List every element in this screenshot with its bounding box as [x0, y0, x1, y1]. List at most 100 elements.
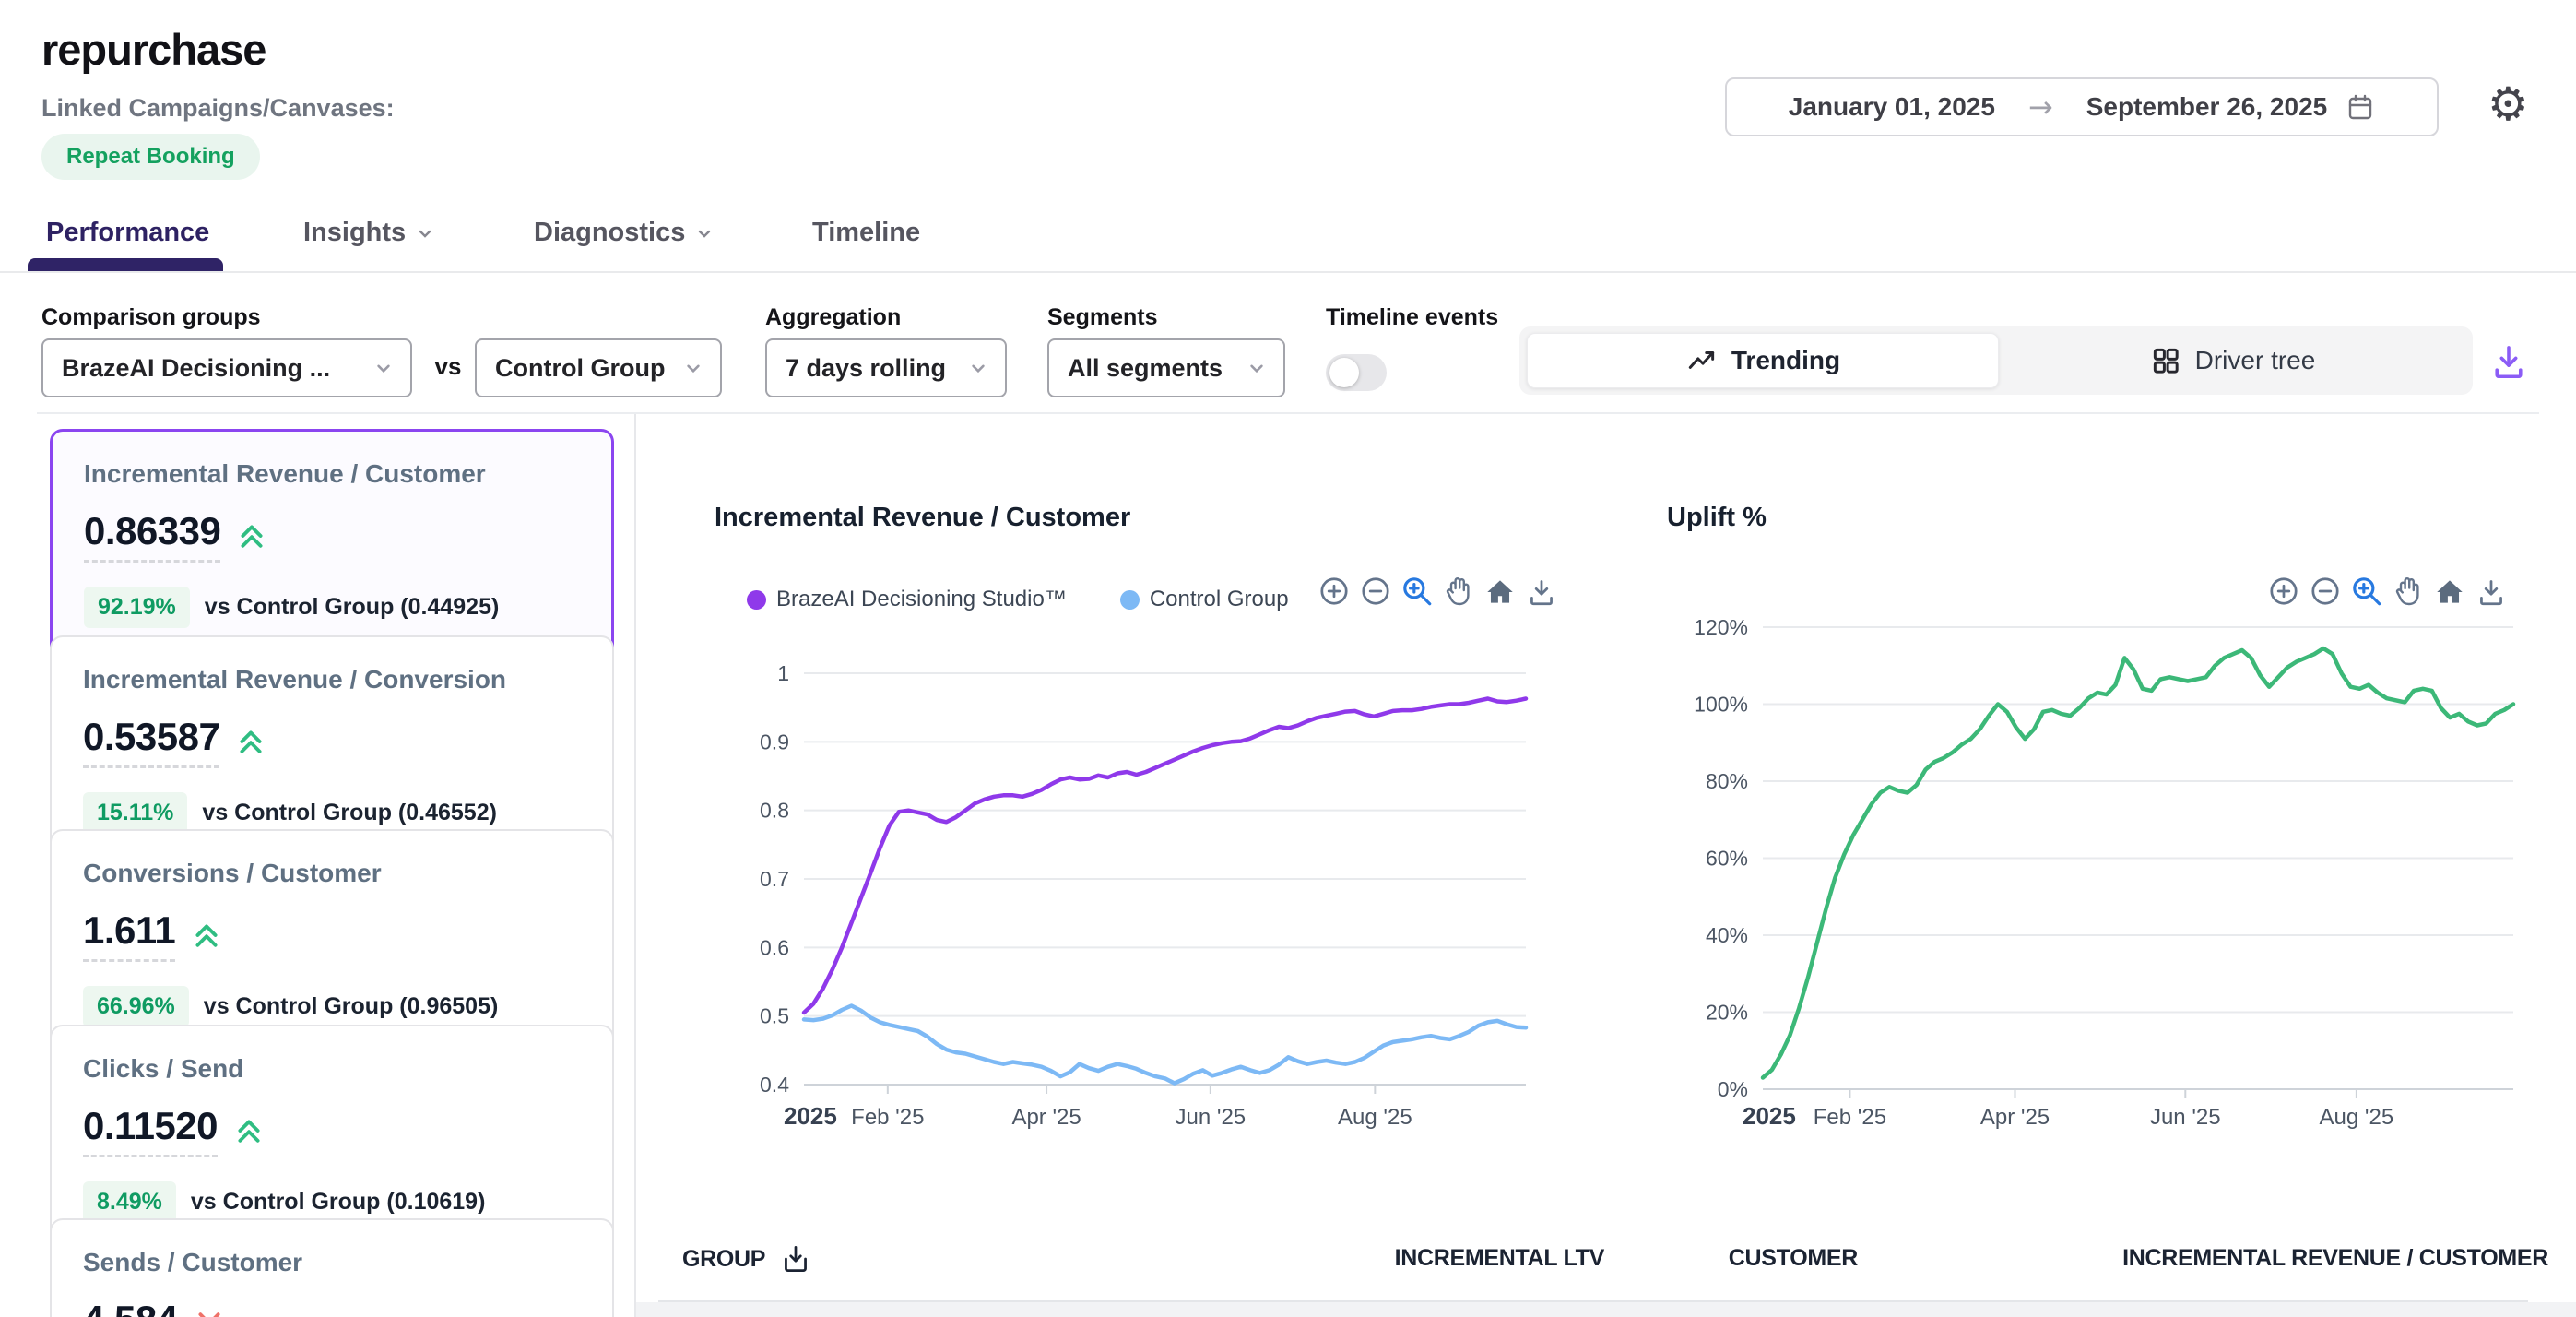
- svg-text:Apr '25: Apr '25: [1980, 1105, 2050, 1130]
- svg-text:100%: 100%: [1694, 693, 1748, 717]
- trend-up-icon: [234, 725, 267, 758]
- date-end[interactable]: September 26, 2025: [2086, 92, 2328, 122]
- chevron-down-icon: [693, 222, 715, 244]
- tab-insights[interactable]: Insights: [303, 218, 436, 248]
- tab-label: Timeline: [812, 218, 920, 248]
- table-header-customer: CUSTOMER: [1655, 1245, 1858, 1272]
- svg-text:Aug '25: Aug '25: [1338, 1105, 1412, 1130]
- legend-item[interactable]: BrazeAI Decisioning Studio™: [747, 587, 1067, 612]
- comparison-text: vs Control Group (0.96505): [204, 993, 499, 1020]
- settings-gear-icon[interactable]: ⚙: [2487, 81, 2529, 127]
- svg-text:0.7: 0.7: [760, 867, 789, 891]
- selected-value: 7 days rolling: [786, 354, 946, 383]
- incremental-revenue-chart[interactable]: 10.90.80.70.60.50.42025Feb '25Apr '25Jun…: [728, 646, 1549, 1134]
- metric-card-conversions-customer[interactable]: Conversions / Customer 1.611 66.96% vs C…: [50, 829, 614, 1057]
- comparison-text: vs Control Group (0.46552): [202, 800, 497, 826]
- selected-value: All segments: [1068, 354, 1223, 383]
- toggle-knob: [1329, 358, 1359, 387]
- selected-value: BrazeAI Decisioning ...: [62, 354, 330, 383]
- home-reset-icon[interactable]: [1483, 574, 1518, 609]
- metric-title: Sends / Customer: [83, 1248, 581, 1277]
- trend-up-icon: [232, 1114, 266, 1147]
- tab-diagnostics[interactable]: Diagnostics: [534, 218, 715, 248]
- chart2-title: Uplift %: [1667, 503, 1767, 533]
- svg-text:20%: 20%: [1706, 1001, 1748, 1025]
- driver-tree-grid-icon: [2149, 344, 2182, 377]
- arrow-right-icon: →: [2028, 89, 2053, 125]
- metric-card-sends-customer[interactable]: Sends / Customer 4.584: [50, 1218, 614, 1317]
- trend-up-icon: [190, 919, 223, 952]
- campaign-badge[interactable]: Repeat Booking: [41, 134, 260, 180]
- tab-label: Insights: [303, 218, 406, 248]
- svg-text:0.4: 0.4: [760, 1073, 789, 1097]
- comparison-group-b-select[interactable]: Control Group: [475, 338, 722, 397]
- metric-card-incremental-revenue-customer[interactable]: Incremental Revenue / Customer 0.86339 9…: [50, 429, 614, 658]
- metric-title: Incremental Revenue / Conversion: [83, 665, 581, 694]
- controls-divider: [37, 412, 2539, 414]
- segments-label: Segments: [1047, 304, 1157, 331]
- linked-campaigns-label: Linked Campaigns/Canvases:: [41, 94, 395, 123]
- svg-text:0.8: 0.8: [760, 799, 789, 823]
- legend-dot-purple: [747, 590, 766, 610]
- svg-text:0.9: 0.9: [760, 730, 789, 753]
- legend-dot-blue: [1120, 590, 1140, 610]
- legend-label: BrazeAI Decisioning Studio™: [776, 587, 1067, 612]
- tab-performance[interactable]: Performance: [46, 218, 209, 248]
- svg-text:Feb '25: Feb '25: [1814, 1105, 1886, 1130]
- svg-text:Jun '25: Jun '25: [1176, 1105, 1247, 1130]
- chevron-down-icon: [681, 356, 705, 380]
- svg-text:Feb '25: Feb '25: [851, 1105, 924, 1130]
- svg-text:80%: 80%: [1706, 769, 1748, 793]
- vs-label: vs: [426, 352, 470, 381]
- date-range-picker[interactable]: January 01, 2025 → September 26, 2025: [1725, 77, 2439, 136]
- box-zoom-icon[interactable]: [1400, 574, 1435, 609]
- table-header-incremental-revenue-customer: INCREMENTAL REVENUE / CUSTOMER: [2065, 1245, 2548, 1272]
- metric-value[interactable]: 0.11520: [83, 1104, 218, 1157]
- zoom-out-icon[interactable]: [1358, 574, 1393, 609]
- tab-label: Diagnostics: [534, 218, 685, 248]
- zoom-in-icon[interactable]: [1317, 574, 1352, 609]
- comparison-groups-label: Comparison groups: [41, 304, 261, 331]
- svg-text:2025: 2025: [784, 1102, 837, 1130]
- driver-tree-button[interactable]: Driver tree: [1999, 333, 2465, 388]
- trend-up-icon: [235, 519, 268, 552]
- timeline-events-toggle[interactable]: [1326, 354, 1387, 391]
- legend-label: Control Group: [1150, 587, 1289, 612]
- segments-select[interactable]: All segments: [1047, 338, 1285, 397]
- legend-item[interactable]: Control Group: [1120, 587, 1289, 612]
- metric-title: Clicks / Send: [83, 1054, 581, 1084]
- pan-hand-icon[interactable]: [1441, 574, 1476, 609]
- aggregation-label: Aggregation: [765, 304, 901, 331]
- dashboard-page: repurchase Linked Campaigns/Canvases: Re…: [0, 0, 2576, 1317]
- trending-button[interactable]: Trending: [1527, 333, 1999, 388]
- page-title: repurchase: [41, 24, 266, 75]
- svg-text:0%: 0%: [1718, 1077, 1748, 1101]
- metric-value[interactable]: 1.611: [83, 908, 175, 962]
- svg-text:Aug '25: Aug '25: [2320, 1105, 2394, 1130]
- chart1-title: Incremental Revenue / Customer: [715, 503, 1130, 533]
- tab-timeline[interactable]: Timeline: [812, 218, 920, 248]
- metric-value[interactable]: 0.86339: [84, 509, 220, 563]
- table-header-incremental-ltv: INCREMENTAL LTV: [1291, 1245, 1604, 1272]
- metric-value[interactable]: 4.584: [83, 1298, 178, 1317]
- chart1-toolbar: [1317, 574, 1559, 609]
- uplift-chart[interactable]: 120%100%80%60%40%20%0%2025Feb '25Apr '25…: [1687, 599, 2558, 1134]
- chevron-down-icon: [966, 356, 990, 380]
- aggregation-select[interactable]: 7 days rolling: [765, 338, 1007, 397]
- delta-badge: 66.96%: [83, 986, 189, 1027]
- table-download-icon[interactable]: [778, 1241, 813, 1276]
- export-download-button[interactable]: [2487, 339, 2530, 386]
- trending-label: Trending: [1731, 346, 1840, 375]
- svg-text:0.6: 0.6: [760, 935, 789, 959]
- svg-text:1: 1: [777, 661, 789, 685]
- tab-label: Performance: [46, 218, 209, 248]
- date-start[interactable]: January 01, 2025: [1789, 92, 1995, 122]
- chart-download-icon[interactable]: [1524, 574, 1559, 609]
- chevron-down-icon: [1245, 356, 1269, 380]
- delta-badge: 8.49%: [83, 1181, 176, 1223]
- timeline-events-label: Timeline events: [1326, 304, 1498, 331]
- svg-text:40%: 40%: [1706, 923, 1748, 947]
- calendar-icon: [2346, 92, 2375, 122]
- metric-value[interactable]: 0.53587: [83, 715, 219, 768]
- comparison-group-a-select[interactable]: BrazeAI Decisioning ...: [41, 338, 412, 397]
